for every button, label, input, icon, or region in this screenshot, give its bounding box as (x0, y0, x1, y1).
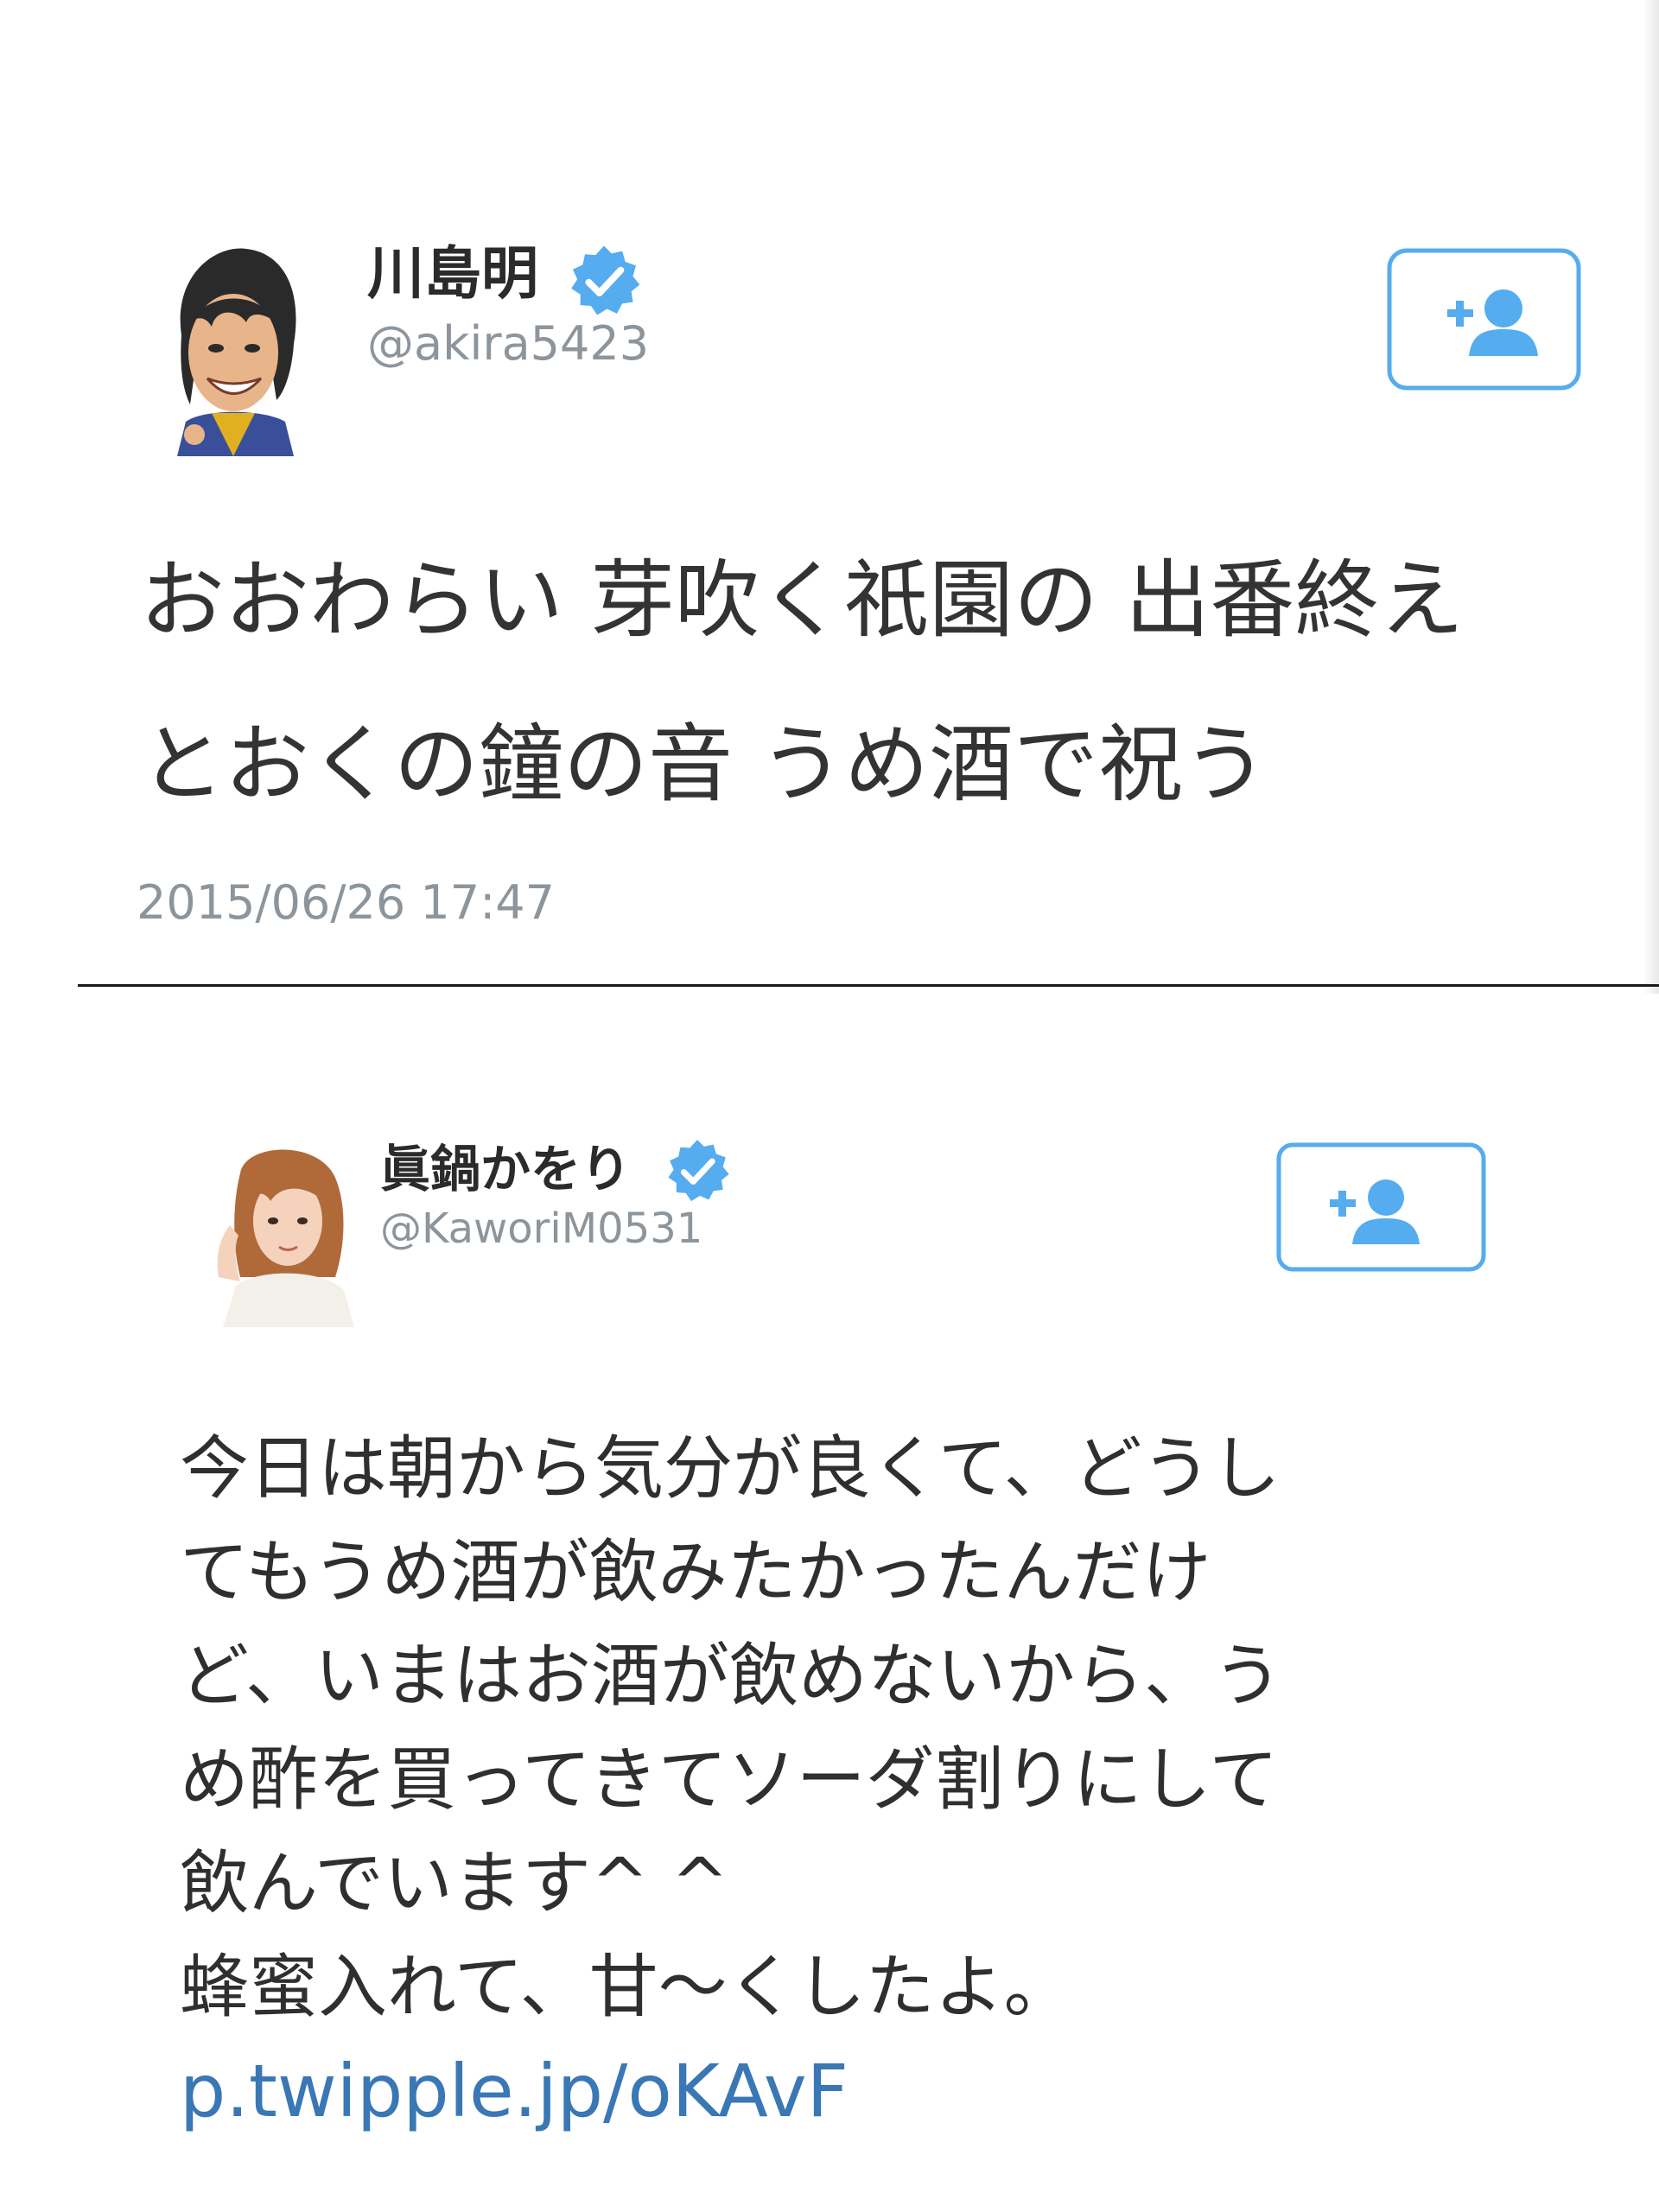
page-edge-shadow (1643, 0, 1659, 994)
divider (78, 984, 1659, 987)
tweet-text-line: 蜂蜜入れて、甘〜くしたよ。 (180, 1947, 1073, 2027)
user-handle[interactable]: @akira5423 (367, 315, 649, 372)
display-name[interactable]: 眞鍋かをり (380, 1138, 631, 1200)
tweet-link[interactable]: p.twipple.jp/oKAvF (180, 2039, 1282, 2143)
tweet-text-line: とおくの鐘の音 うめ酒で祝う (140, 715, 1268, 814)
avatar[interactable] (164, 240, 302, 456)
avatar[interactable] (206, 1139, 354, 1327)
follow-button[interactable] (1276, 1142, 1486, 1272)
display-name[interactable]: 川島明 (367, 238, 538, 309)
tweet-body: 今日は朝から気分が良くて、どうし てもうめ酒が飲みたかったんだけ ど、いまはお酒… (180, 1417, 1282, 2143)
tweet-text-line: てもうめ酒が飲みたかったんだけ (180, 1532, 1211, 1612)
verified-badge-icon (668, 1140, 729, 1202)
screenshot-page: 川島明 @akira5423 おおわらい 芽吹く祇園の 出番終え とおくの鐘の音… (0, 0, 1659, 2212)
tweet-text-line: め酢を買ってきてソーダ割りにして (180, 1739, 1279, 1820)
tweet-text-line: ど、いまはお酒が飲めないから、う (180, 1636, 1282, 1716)
tweet-text-line: おおわらい 芽吹く祇園の 出番終え (140, 551, 1465, 650)
user-handle[interactable]: @KaworiM0531 (380, 1203, 702, 1255)
verified-badge-icon (571, 245, 640, 315)
tweet-text-line: 今日は朝から気分が良くて、どうし (180, 1428, 1281, 1509)
tweet-text-line: 飲んでいます^ ^ (180, 1843, 729, 1923)
follow-button[interactable] (1387, 248, 1581, 391)
timestamp[interactable]: 2015/06/26 17:47 (137, 874, 555, 931)
